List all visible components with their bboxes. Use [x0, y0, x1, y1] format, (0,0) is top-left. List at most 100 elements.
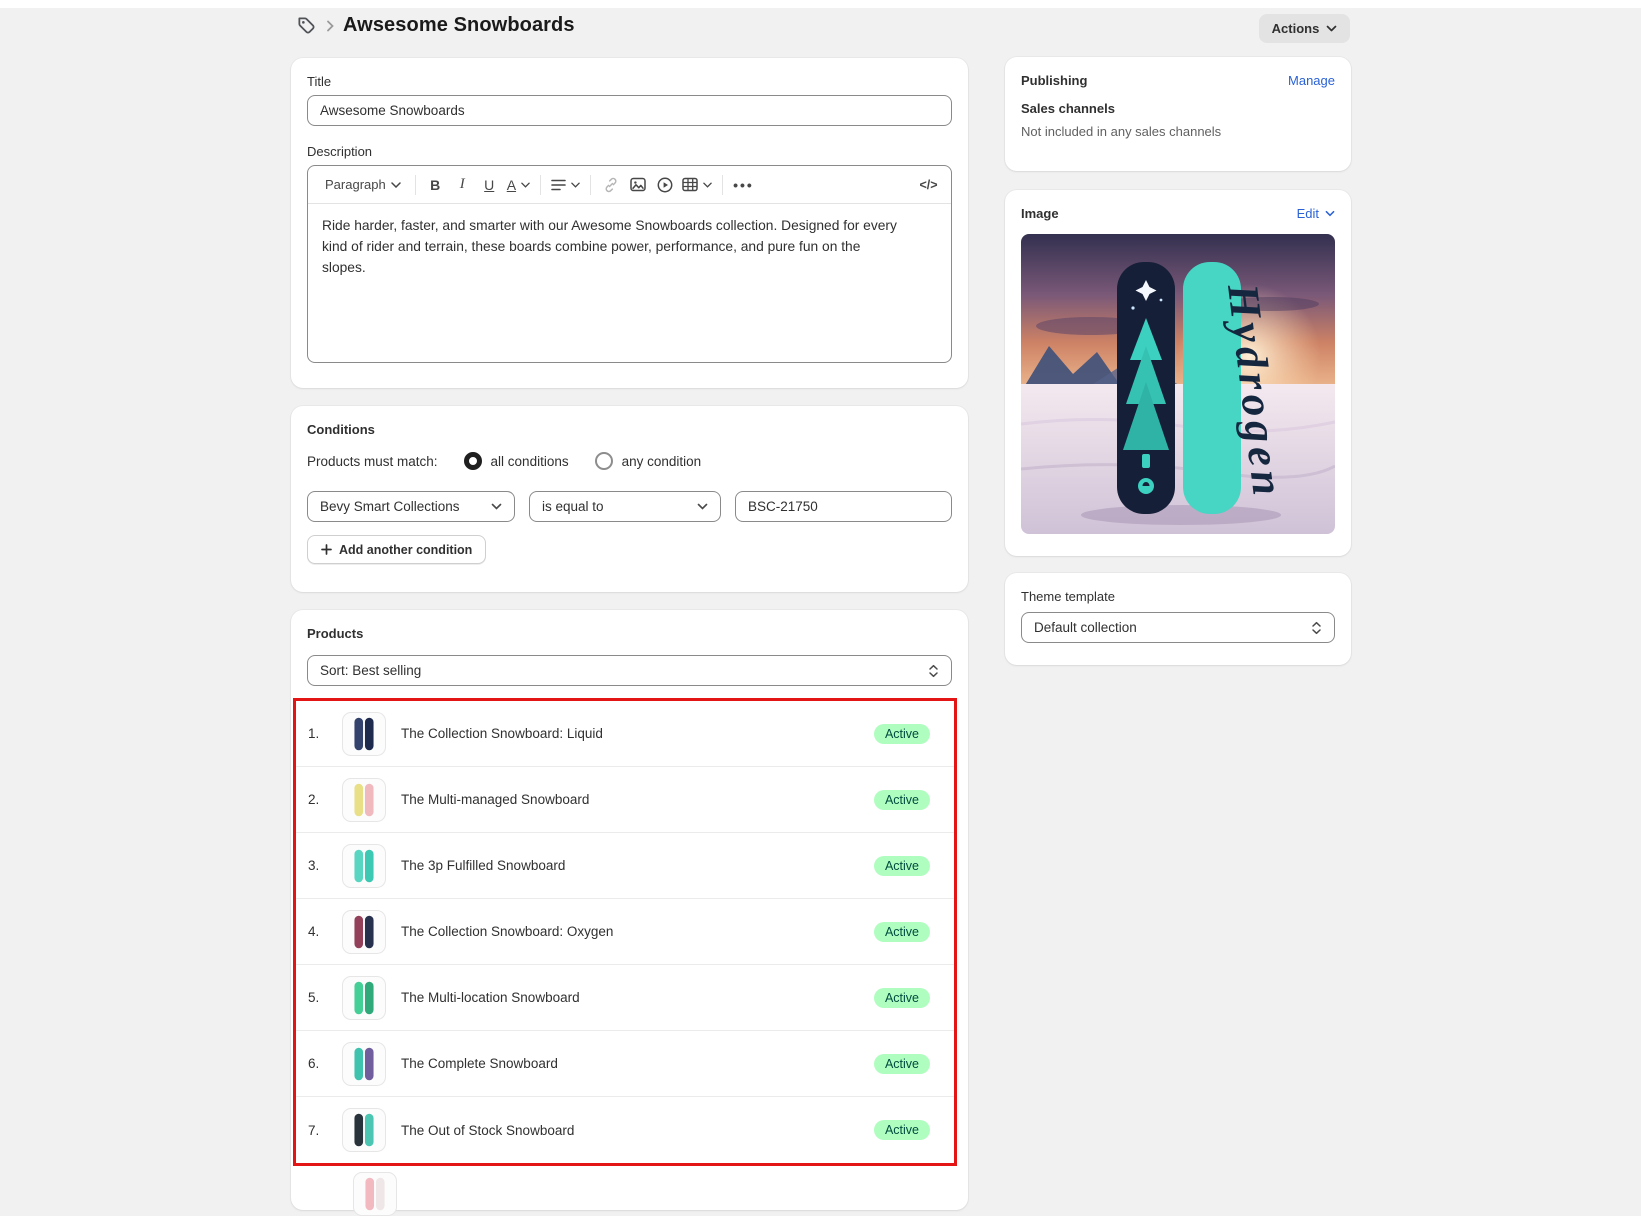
- product-name[interactable]: The Multi-managed Snowboard: [401, 792, 874, 807]
- status-badge: Active: [874, 724, 930, 744]
- product-index: 5.: [308, 990, 342, 1005]
- chevron-down-icon: [703, 182, 712, 188]
- sort-select[interactable]: Sort: Best selling: [307, 655, 952, 686]
- product-name[interactable]: The Collection Snowboard: Liquid: [401, 726, 874, 741]
- product-thumbnail: [342, 844, 386, 888]
- product-row[interactable]: 3. The 3p Fulfilled Snowboard Active: [296, 833, 954, 899]
- radio-all-conditions[interactable]: all conditions: [464, 452, 569, 470]
- chevron-down-icon: [521, 182, 530, 188]
- product-index: 4.: [308, 924, 342, 939]
- products-card: Products Sort: Best selling 1. The Colle…: [291, 610, 968, 1210]
- bold-label: B: [430, 177, 440, 193]
- product-name[interactable]: The Collection Snowboard: Oxygen: [401, 924, 874, 939]
- product-thumbnail: [342, 976, 386, 1020]
- title-input[interactable]: [307, 95, 952, 126]
- product-index: 1.: [308, 726, 342, 741]
- paragraph-style-dropdown[interactable]: Paragraph: [317, 171, 409, 199]
- italic-label: I: [460, 176, 465, 193]
- status-badge: Active: [874, 922, 930, 942]
- product-index: 7.: [308, 1123, 342, 1138]
- product-row[interactable]: 6. The Complete Snowboard Active: [296, 1031, 954, 1097]
- underline-button[interactable]: U: [476, 171, 503, 199]
- video-icon: [657, 177, 673, 193]
- actions-button[interactable]: Actions: [1259, 14, 1350, 43]
- toolbar-divider: [540, 175, 541, 195]
- insert-image-button[interactable]: [624, 171, 651, 199]
- top-white-strip: [0, 0, 1641, 8]
- add-condition-button[interactable]: Add another condition: [307, 535, 486, 564]
- conditions-card: Conditions Products must match: all cond…: [291, 406, 968, 592]
- condition-operator-select[interactable]: is equal to: [529, 491, 721, 522]
- manage-link[interactable]: Manage: [1288, 73, 1335, 88]
- toolbar-divider: [722, 175, 723, 195]
- rich-text-editor: Paragraph B I U A: [307, 165, 952, 363]
- product-row[interactable]: 7. The Out of Stock Snowboard Active: [296, 1097, 954, 1163]
- insert-video-button[interactable]: [651, 171, 678, 199]
- page-title: Awsesome Snowboards: [343, 14, 575, 37]
- link-icon: [603, 177, 619, 193]
- collection-image[interactable]: Hydrogen: [1021, 234, 1335, 534]
- condition-field-value: Bevy Smart Collections: [320, 499, 460, 514]
- sales-channels-subheading: Sales channels: [1021, 101, 1335, 116]
- tag-icon[interactable]: [296, 15, 317, 36]
- bold-button[interactable]: B: [422, 171, 449, 199]
- product-index: 2.: [308, 792, 342, 807]
- publishing-heading: Publishing: [1021, 73, 1087, 88]
- status-badge: Active: [874, 1120, 930, 1140]
- more-icon: •••: [733, 177, 754, 193]
- radio-all-label: all conditions: [491, 454, 569, 469]
- product-row[interactable]: 2. The Multi-managed Snowboard Active: [296, 767, 954, 833]
- chevron-down-icon: [697, 503, 708, 510]
- chevron-right-icon: [326, 20, 334, 32]
- edit-image-link[interactable]: Edit: [1297, 206, 1335, 221]
- updown-stepper-icon: [928, 664, 939, 678]
- breadcrumb: Awsesome Snowboards: [296, 14, 575, 37]
- product-name[interactable]: The Complete Snowboard: [401, 1056, 874, 1071]
- underline-label: U: [484, 177, 494, 193]
- product-name[interactable]: The Multi-location Snowboard: [401, 990, 874, 1005]
- condition-field-select[interactable]: Bevy Smart Collections: [307, 491, 515, 522]
- chevron-down-icon: [391, 182, 401, 188]
- chevron-down-icon: [1325, 210, 1335, 217]
- alignment-button[interactable]: [547, 171, 584, 199]
- text-color-label: A: [507, 177, 516, 193]
- insert-link-button[interactable]: [597, 171, 624, 199]
- sort-value: Sort: Best selling: [320, 663, 421, 678]
- radio-selected[interactable]: [464, 452, 482, 470]
- product-thumbnail: [353, 1172, 397, 1216]
- theme-template-value: Default collection: [1034, 620, 1137, 635]
- sales-channels-status: Not included in any sales channels: [1021, 124, 1335, 139]
- toolbar-divider: [590, 175, 591, 195]
- status-badge: Active: [874, 790, 930, 810]
- product-name[interactable]: The Out of Stock Snowboard: [401, 1123, 874, 1138]
- more-options-button[interactable]: •••: [729, 171, 758, 199]
- italic-button[interactable]: I: [449, 171, 476, 199]
- status-badge: Active: [874, 988, 930, 1008]
- show-html-button[interactable]: </>: [915, 171, 942, 199]
- insert-table-button[interactable]: [678, 171, 716, 199]
- actions-button-label: Actions: [1272, 21, 1320, 36]
- condition-value-input[interactable]: [735, 491, 952, 522]
- status-badge: Active: [874, 856, 930, 876]
- text-color-button[interactable]: A: [503, 171, 534, 199]
- product-row[interactable]: 4. The Collection Snowboard: Oxygen Acti…: [296, 899, 954, 965]
- radio-any-condition[interactable]: any condition: [595, 452, 702, 470]
- chevron-down-icon: [491, 503, 502, 510]
- radio-unselected[interactable]: [595, 452, 613, 470]
- product-index: 6.: [308, 1056, 342, 1071]
- image-heading: Image: [1021, 206, 1059, 221]
- chevron-down-icon: [571, 182, 580, 188]
- product-thumbnail: [342, 1108, 386, 1152]
- radio-any-label: any condition: [622, 454, 702, 469]
- description-textarea[interactable]: Ride harder, faster, and smarter with ou…: [308, 204, 920, 291]
- product-thumbnail: [342, 1042, 386, 1086]
- product-row[interactable]: 1. The Collection Snowboard: Liquid Acti…: [296, 701, 954, 767]
- theme-template-select[interactable]: Default collection: [1021, 612, 1335, 643]
- product-row[interactable]: 5. The Multi-location Snowboard Active: [296, 965, 954, 1031]
- highlight-rectangle: 1. The Collection Snowboard: Liquid Acti…: [293, 698, 957, 1166]
- description-label: Description: [307, 144, 952, 159]
- paragraph-style-label: Paragraph: [325, 177, 386, 192]
- product-name[interactable]: The 3p Fulfilled Snowboard: [401, 858, 874, 873]
- add-condition-label: Add another condition: [339, 543, 472, 557]
- product-thumbnail: [342, 910, 386, 954]
